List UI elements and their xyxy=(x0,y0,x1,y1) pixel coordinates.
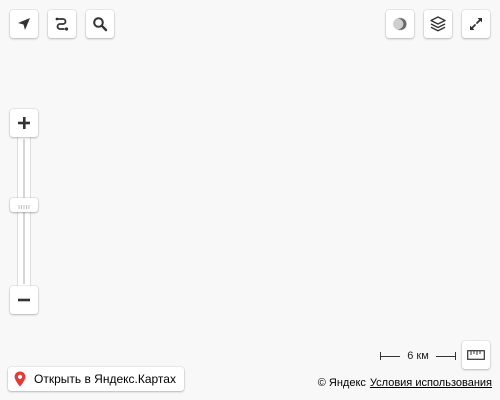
zoom-in-button[interactable] xyxy=(10,109,38,137)
fullscreen-button[interactable] xyxy=(462,10,490,38)
ruler-icon xyxy=(467,350,485,360)
scale-line: 6 км xyxy=(380,349,456,363)
plus-icon xyxy=(17,116,31,130)
ruler-button[interactable] xyxy=(462,341,490,369)
search-icon xyxy=(92,16,108,32)
fullscreen-icon xyxy=(468,16,484,32)
scale-bar-left xyxy=(380,356,400,357)
minus-icon xyxy=(17,293,31,307)
zoom-slider-thumb[interactable] xyxy=(10,198,38,212)
location-arrow-icon xyxy=(17,17,31,31)
copyright-brand: © Яндекс xyxy=(317,377,366,389)
route-icon xyxy=(54,16,70,32)
location-button[interactable] xyxy=(10,10,38,38)
traffic-button[interactable] xyxy=(386,10,414,38)
open-in-yandex-maps-label: Открыть в Яндекс.Картах xyxy=(34,372,176,386)
scale-bar-right xyxy=(436,356,456,357)
terms-of-use-link[interactable]: Условия использования xyxy=(370,377,492,389)
layers-icon xyxy=(429,15,447,33)
search-button[interactable] xyxy=(86,10,114,38)
traffic-icon xyxy=(392,16,408,32)
copyright: © Яндекс Условия использования xyxy=(318,376,492,390)
scale-tick-right xyxy=(455,352,456,360)
route-button[interactable] xyxy=(48,10,76,38)
layers-button[interactable] xyxy=(424,10,452,38)
scale-label: 6 км xyxy=(407,350,429,362)
grip-icon xyxy=(18,196,30,214)
zoom-out-button[interactable] xyxy=(10,286,38,314)
map-pin-icon xyxy=(14,371,28,387)
map-canvas[interactable] xyxy=(0,0,500,400)
open-in-yandex-maps-button[interactable]: Открыть в Яндекс.Картах xyxy=(8,367,184,391)
